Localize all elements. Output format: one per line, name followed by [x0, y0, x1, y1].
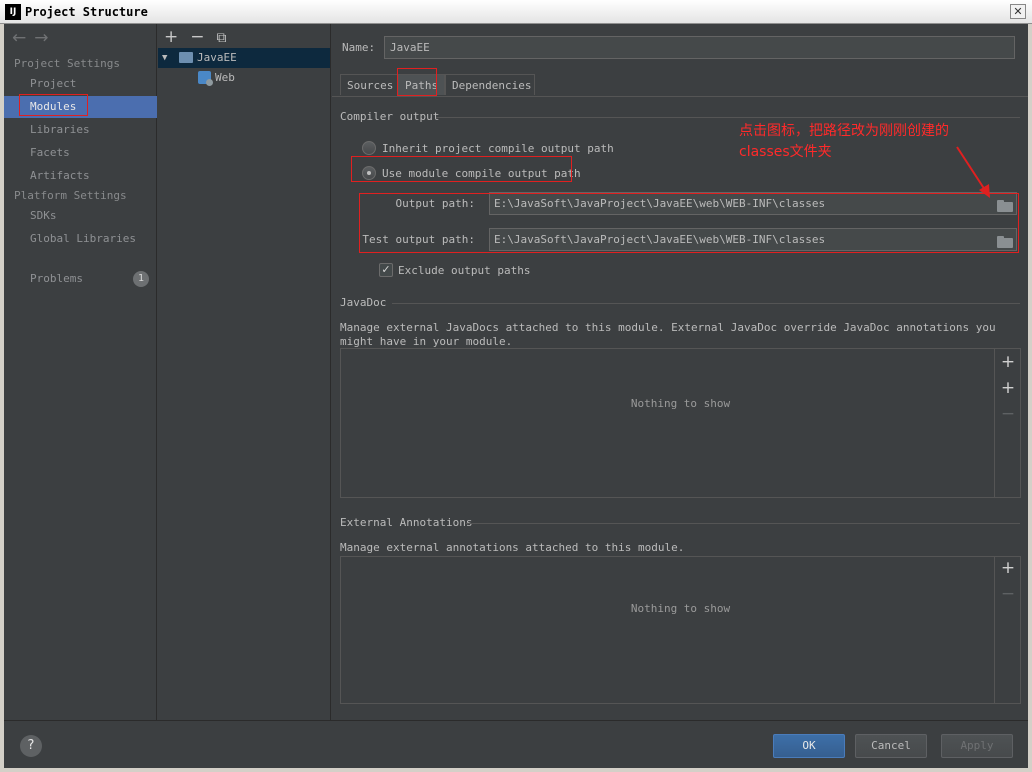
- annotation-arrow: [956, 146, 990, 198]
